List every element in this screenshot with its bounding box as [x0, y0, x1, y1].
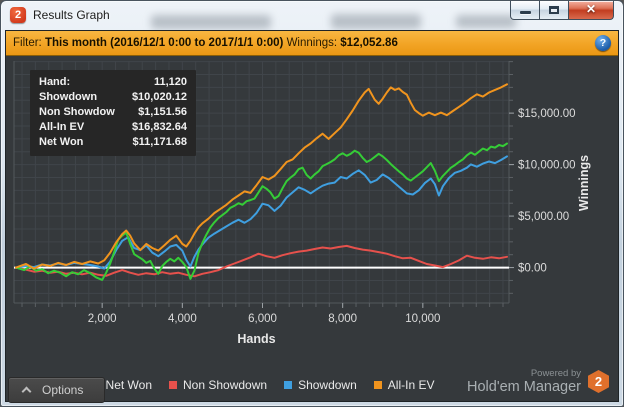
powered-by-label: Powered by — [467, 368, 581, 379]
tooltip-value: $1,151.56 — [138, 105, 187, 120]
x-tick-label: 10,000 — [405, 313, 440, 325]
brand-name: Hold'em Manager — [467, 379, 581, 395]
options-label: Options — [42, 383, 83, 397]
results-graph-window: 2 Results Graph ✕ Filter: This month (20… — [0, 0, 624, 407]
close-icon: ✕ — [569, 2, 613, 16]
legend-label: Net Won — [106, 378, 152, 392]
minimize-icon — [520, 11, 531, 14]
series-line-showdown — [16, 156, 507, 268]
y-tick-label: $10,000.00 — [518, 160, 576, 172]
legend-item-non-showdown[interactable]: Non Showdown — [169, 378, 267, 392]
tooltip-label: Non Showdow — [39, 105, 115, 120]
tooltip-row: Showdown $10,020.12 — [39, 90, 187, 105]
window-title: Results Graph — [33, 8, 110, 22]
tooltip-row: All-In EV $16,832.64 — [39, 120, 187, 135]
tooltip-row: Hand: 11,120 — [39, 75, 187, 90]
y-axis-title: Winnings — [577, 155, 591, 211]
legend-swatch-icon — [284, 381, 292, 389]
tooltip-value: $16,832.64 — [132, 120, 187, 135]
tooltip-label: Net Won — [39, 135, 83, 150]
glass-reflection — [456, 15, 516, 28]
hm2-logo-icon: 2 — [588, 370, 609, 393]
minimize-button[interactable] — [510, 1, 540, 20]
glass-reflection — [151, 15, 271, 29]
x-tick-label: 8,000 — [328, 313, 357, 325]
series-line-net-won — [16, 144, 507, 280]
legend-item-all-in-ev[interactable]: All-In EV — [374, 378, 435, 392]
tooltip-value: $11,171.68 — [133, 135, 187, 150]
x-axis-title: Hands — [237, 332, 275, 346]
y-tick-label: $5,000.00 — [518, 211, 569, 223]
tooltip-value: 11,120 — [154, 75, 187, 90]
help-button[interactable]: ? — [595, 35, 611, 51]
client-area: Filter: This month (2016/12/1 0:00 to 20… — [5, 30, 619, 402]
options-button[interactable]: Options — [8, 377, 105, 403]
x-tick-label: 4,000 — [168, 313, 197, 325]
tooltip-value: $10,020.12 — [132, 90, 187, 105]
window-controls: ✕ — [510, 1, 614, 20]
chevron-up-icon — [22, 387, 32, 397]
maximize-icon — [549, 6, 559, 14]
legend-label: Showdown — [298, 378, 357, 392]
powered-by-block: Powered by Hold'em Manager 2 — [467, 368, 609, 395]
legend-swatch-icon — [169, 381, 177, 389]
legend-label: All-In EV — [388, 378, 435, 392]
title-bar[interactable]: 2 Results Graph ✕ — [1, 1, 623, 30]
tooltip-label: Hand: — [39, 75, 70, 90]
maximize-button[interactable] — [540, 1, 568, 20]
tooltip-row: Net Won $11,171.68 — [39, 135, 187, 150]
filter-bar: Filter: This month (2016/12/1 0:00 to 20… — [6, 31, 618, 56]
filter-label: Filter: — [13, 37, 42, 49]
winnings-value: $12,052.86 — [340, 37, 398, 49]
tooltip-label: Showdown — [39, 90, 97, 105]
winnings-label: Winnings: — [287, 37, 338, 49]
chart-tooltip: Hand:11,120Showdown$10,020.12Non Showdow… — [30, 70, 196, 156]
tooltip-label: All-In EV — [39, 120, 84, 135]
legend-swatch-icon — [374, 381, 382, 389]
x-tick-label: 6,000 — [248, 313, 277, 325]
filter-range: This month (2016/12/1 0:00 to 2017/1/1 0… — [45, 37, 283, 49]
app-icon-hm2: 2 — [10, 7, 26, 23]
tooltip-row: Non Showdow $1,151.56 — [39, 105, 187, 120]
legend-item-showdown[interactable]: Showdown — [284, 378, 357, 392]
y-tick-label: $15,000.00 — [518, 108, 576, 120]
glass-reflection — [331, 14, 421, 29]
legend-label: Non Showdown — [183, 378, 267, 392]
x-tick-label: 2,000 — [88, 313, 117, 325]
y-tick-label: $0.00 — [518, 263, 547, 275]
close-button[interactable]: ✕ — [568, 1, 614, 20]
